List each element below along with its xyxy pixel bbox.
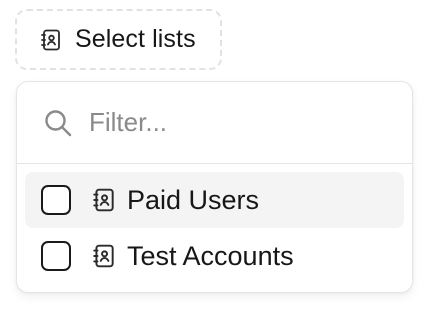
list-item-label: Paid Users: [127, 184, 260, 215]
list-item-paid-users[interactable]: Paid Users: [25, 172, 404, 228]
lists-options: Paid Users Test Accounts: [17, 164, 412, 284]
contact-book-icon: [91, 187, 117, 213]
select-lists-button[interactable]: Select lists: [15, 9, 222, 70]
checkbox[interactable]: [41, 241, 71, 271]
list-item-test-accounts[interactable]: Test Accounts: [25, 228, 404, 284]
filter-row: [17, 82, 412, 164]
list-item-label: Test Accounts: [127, 240, 294, 271]
lists-popover: Paid Users Test Accounts: [16, 81, 413, 293]
checkbox[interactable]: [41, 185, 71, 215]
search-icon: [43, 108, 73, 138]
contact-book-icon: [39, 28, 63, 52]
select-lists-label: Select lists: [75, 25, 196, 53]
contact-book-icon: [91, 243, 117, 269]
filter-input[interactable]: [89, 107, 369, 138]
